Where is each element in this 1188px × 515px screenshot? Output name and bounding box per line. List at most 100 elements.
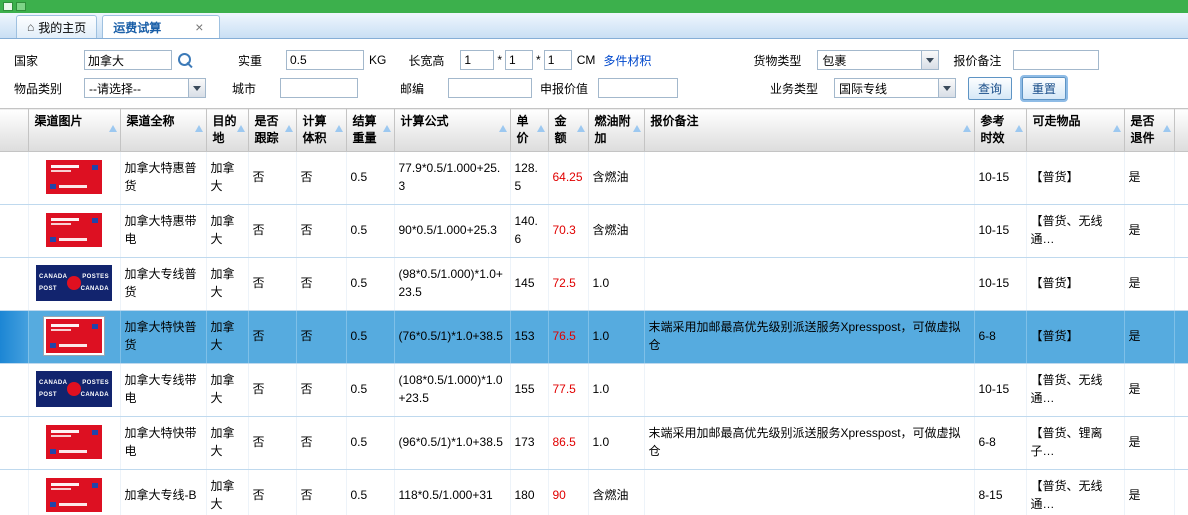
dim-length-input[interactable] [460, 50, 494, 70]
reset-button[interactable]: 重置 [1022, 77, 1066, 100]
settlement-weight: 0.5 [346, 469, 394, 515]
row-select-indicator [0, 310, 28, 363]
channel-logo [43, 316, 105, 356]
table-row[interactable]: 加拿大特惠普货加拿大否否0.577.9*0.5/1.000+25.3128.56… [0, 151, 1188, 204]
table-row[interactable]: 加拿大特快普货加拿大否否0.5(76*0.5/1)*1.0+38.515376.… [0, 310, 1188, 363]
channel-image-cell [28, 416, 120, 469]
country-input[interactable] [84, 50, 172, 70]
channel-name: 加拿大特快普货 [120, 310, 206, 363]
close-icon[interactable]: × [195, 20, 203, 34]
unit-price: 180 [510, 469, 548, 515]
row-select-indicator [0, 363, 28, 416]
channel-image-cell: CANADAPOSTESPOSTCANADA [28, 257, 120, 310]
city-input[interactable] [280, 78, 358, 98]
calc-volume: 否 [296, 151, 346, 204]
destination: 加拿大 [206, 151, 248, 204]
formula: (98*0.5/1.000)*1.0+23.5 [394, 257, 510, 310]
postcode-input[interactable] [448, 78, 532, 98]
header-lead-time[interactable]: 参考时效 [974, 109, 1026, 152]
header-select [0, 109, 28, 152]
sort-icon [109, 125, 117, 132]
returnable: 是 [1124, 416, 1174, 469]
sort-icon [537, 125, 545, 132]
table-row[interactable]: 加拿大专线-B加拿大否否0.5118*0.5/1.000+3118090含燃油8… [0, 469, 1188, 515]
cargo-type-select[interactable]: 包裹 [817, 50, 939, 70]
business-type-select[interactable]: 国际专线 [834, 78, 956, 98]
table-row[interactable]: CANADAPOSTESPOSTCANADA加拿大专线带电加拿大否否0.5(10… [0, 363, 1188, 416]
dim-width-input[interactable] [505, 50, 533, 70]
weight-unit: KG [369, 53, 386, 67]
lead-time: 10-15 [974, 257, 1026, 310]
header-amount[interactable]: 金额 [548, 109, 588, 152]
sort-icon [1163, 125, 1171, 132]
sort-icon [1015, 125, 1023, 132]
query-button[interactable]: 查询 [968, 77, 1012, 100]
dims-separator: * [536, 53, 541, 67]
lead-time: 10-15 [974, 204, 1026, 257]
search-icon[interactable] [177, 52, 194, 69]
unit-price: 173 [510, 416, 548, 469]
header-tracked[interactable]: 是否跟踪 [248, 109, 296, 152]
quote-remark-input[interactable] [1013, 50, 1099, 70]
settlement-weight: 0.5 [346, 363, 394, 416]
quote-remark [644, 204, 974, 257]
window-icon[interactable] [3, 2, 13, 11]
tracked: 否 [248, 204, 296, 257]
canada-post-red-logo [46, 213, 102, 247]
returnable: 是 [1124, 469, 1174, 515]
header-channel-image[interactable]: 渠道图片 [28, 109, 120, 152]
amount: 86.5 [548, 416, 588, 469]
business-type-label: 业务类型 [770, 80, 834, 97]
formula: 90*0.5/1.000+25.3 [394, 204, 510, 257]
header-unit-price[interactable]: 单价 [510, 109, 548, 152]
quote-remark [644, 363, 974, 416]
channel-image-cell [28, 469, 120, 515]
header-formula[interactable]: 计算公式 [394, 109, 510, 152]
chevron-down-icon [188, 79, 205, 97]
settlement-weight: 0.5 [346, 204, 394, 257]
header-fuel-surcharge[interactable]: 燃油附加 [588, 109, 644, 152]
item-category-select[interactable]: --请选择-- [84, 78, 206, 98]
destination: 加拿大 [206, 204, 248, 257]
channel-name: 加拿大专线普货 [120, 257, 206, 310]
fuel-surcharge: 含燃油 [588, 469, 644, 515]
header-returnable[interactable]: 是否退件 [1124, 109, 1174, 152]
sort-icon [285, 125, 293, 132]
allowed-items: 【普货、无线通… [1026, 469, 1124, 515]
declared-value-input[interactable] [598, 78, 678, 98]
table-row[interactable]: 加拿大特惠带电加拿大否否0.590*0.5/1.000+25.3140.670.… [0, 204, 1188, 257]
destination: 加拿大 [206, 257, 248, 310]
header-channel-name[interactable]: 渠道全称 [120, 109, 206, 152]
returnable: 是 [1124, 204, 1174, 257]
header-allowed-items[interactable]: 可走物品 [1026, 109, 1124, 152]
unit-price: 128.5 [510, 151, 548, 204]
header-settlement-weight[interactable]: 结算重量 [346, 109, 394, 152]
tab-home[interactable]: ⌂ 我的主页 [16, 15, 97, 38]
settlement-weight: 0.5 [346, 310, 394, 363]
allowed-items: 【普货】 [1026, 151, 1124, 204]
header-destination[interactable]: 目的地 [206, 109, 248, 152]
tracked: 否 [248, 310, 296, 363]
channel-name: 加拿大特惠普货 [120, 151, 206, 204]
multi-piece-volume-link[interactable]: 多件材积 [603, 52, 651, 69]
channel-logo [43, 475, 105, 515]
window-control-icon[interactable] [16, 2, 26, 11]
channel-name: 加拿大专线-B [120, 469, 206, 515]
tab-freight-calc[interactable]: 运费试算 × [102, 15, 220, 38]
weight-input[interactable] [286, 50, 364, 70]
table-row[interactable]: CANADAPOSTESPOSTCANADA加拿大专线普货加拿大否否0.5(98… [0, 257, 1188, 310]
item-category-label: 物品类别 [14, 80, 84, 97]
fuel-surcharge: 含燃油 [588, 204, 644, 257]
amount: 76.5 [548, 310, 588, 363]
tab-bar: ⌂ 我的主页 运费试算 × [0, 13, 1188, 39]
table-row[interactable]: 加拿大特快带电加拿大否否0.5(96*0.5/1)*1.0+38.517386.… [0, 416, 1188, 469]
overflow-cell [1174, 204, 1188, 257]
overflow-cell [1174, 363, 1188, 416]
quote-remark: 末端采用加邮最高优先级别派送服务Xpresspost，可做虚拟仓 [644, 416, 974, 469]
fuel-surcharge: 1.0 [588, 310, 644, 363]
header-quote-remark[interactable]: 报价备注 [644, 109, 974, 152]
header-calc-volume[interactable]: 计算体积 [296, 109, 346, 152]
formula: 118*0.5/1.000+31 [394, 469, 510, 515]
dim-height-input[interactable] [544, 50, 572, 70]
declared-value-label: 申报价值 [540, 80, 598, 97]
